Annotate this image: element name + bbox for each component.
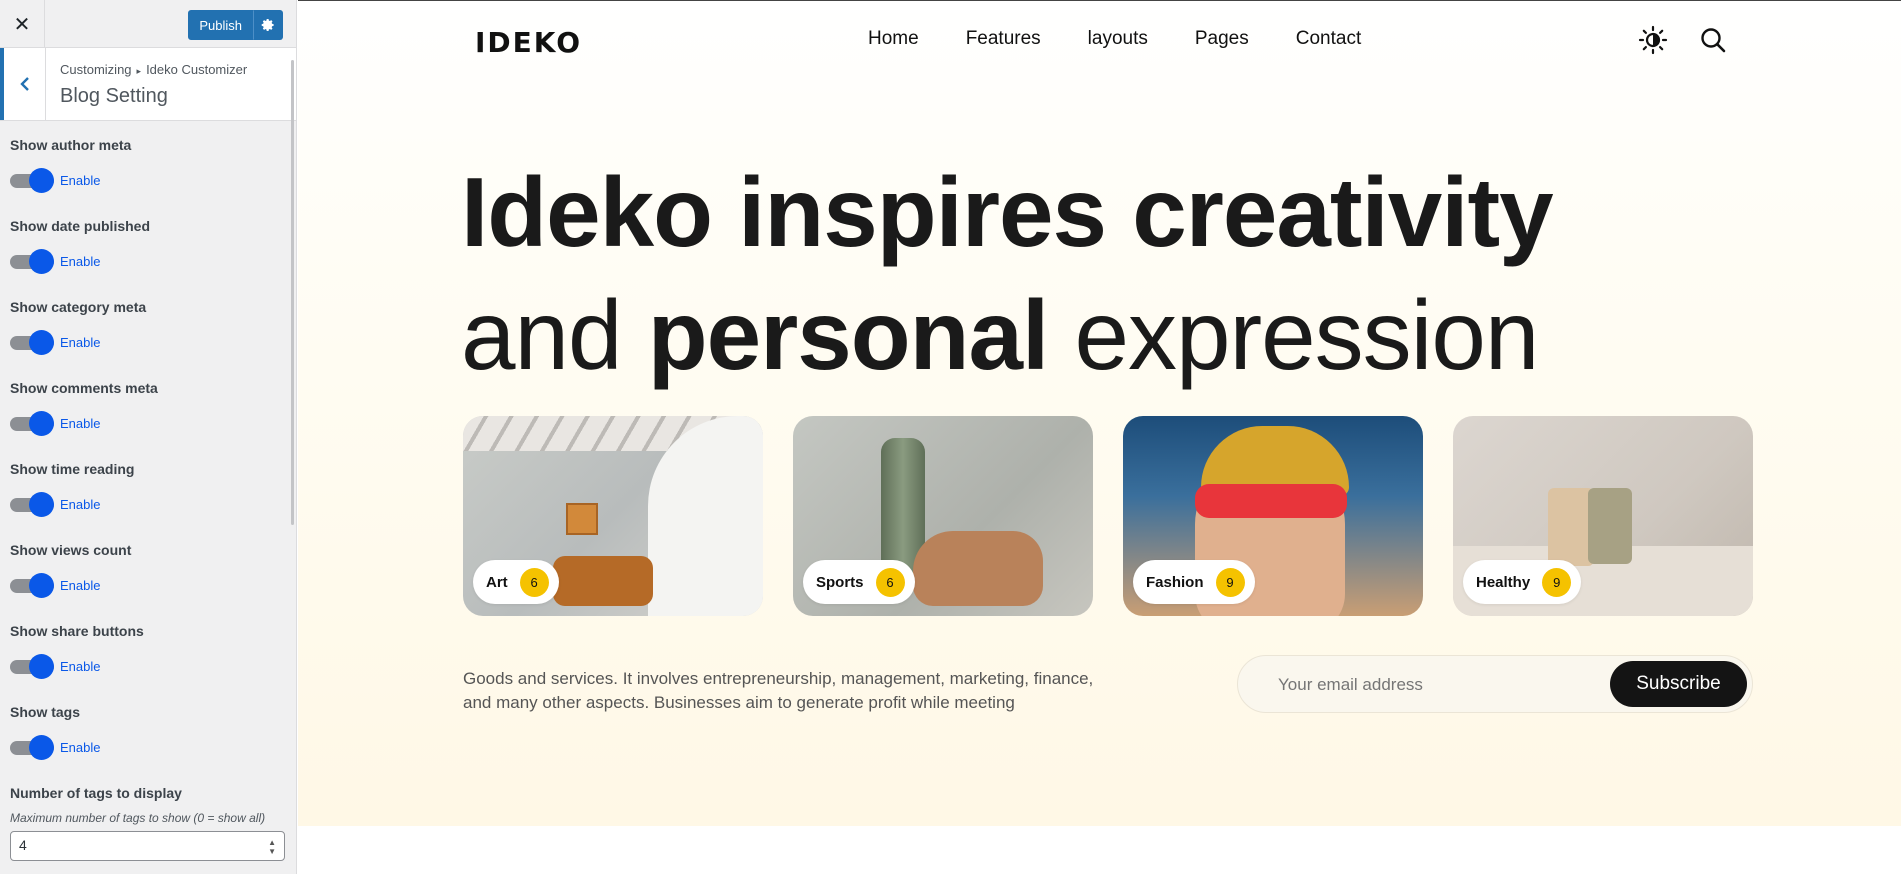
toggle-state: Enable [60, 335, 101, 350]
stepper-arrows-icon[interactable]: ▲ ▼ [268, 838, 276, 856]
toggle-switch[interactable] [10, 248, 54, 274]
category-pill: Fashion 9 [1133, 560, 1255, 604]
site-nav: IDEKO Home Features layouts Pages Contac… [298, 1, 1901, 79]
toggle-state: Enable [60, 497, 101, 512]
close-customizer-button[interactable]: ✕ [0, 0, 45, 48]
control-label: Show category meta [10, 299, 147, 315]
toggle-state: Enable [60, 740, 101, 755]
toggle-switch[interactable] [10, 167, 54, 193]
menu-item-home[interactable]: Home [868, 28, 919, 50]
toggle-switch[interactable] [10, 734, 54, 760]
category-card-healthy[interactable]: Healthy 9 [1453, 416, 1753, 616]
control-label: Show views count [10, 542, 132, 558]
newsletter-form: Subscribe [1237, 655, 1753, 713]
menu-item-features[interactable]: Features [966, 28, 1041, 50]
headline-line-2: and personal expression [461, 274, 1553, 397]
headline-pre: and [461, 280, 648, 390]
menu-item-layouts[interactable]: layouts [1088, 28, 1148, 50]
sunglasses-image [1195, 484, 1347, 518]
toggle-switch[interactable] [10, 653, 54, 679]
headline-post: expression [1048, 280, 1539, 390]
category-card-art[interactable]: Art 6 [463, 416, 763, 616]
control-label: Show author meta [10, 137, 132, 153]
category-pill: Healthy 9 [1463, 560, 1582, 604]
control-category-meta: Show category meta Enable [10, 299, 286, 380]
publish-settings-button[interactable] [253, 10, 283, 40]
publish-group: Publish [188, 10, 283, 40]
control-label: Show date published [10, 218, 151, 234]
hero-description: Goods and services. It involves entrepre… [463, 669, 1094, 712]
category-count-badge: 9 [1215, 567, 1245, 597]
headline-bold: personal [647, 280, 1049, 390]
armchairs-image [553, 556, 653, 606]
control-label: Number of tags to display [10, 785, 182, 801]
category-label: Healthy [1476, 573, 1531, 591]
site-preview: IDEKO Home Features layouts Pages Contac… [298, 0, 1901, 874]
toggle-switch[interactable] [10, 329, 54, 355]
control-label: Show time reading [10, 461, 135, 477]
sun-icon[interactable] [1638, 25, 1668, 55]
category-label: Fashion [1146, 573, 1204, 591]
control-tags: Show tags Enable [10, 704, 286, 785]
category-card-sports[interactable]: Sports 6 [793, 416, 1093, 616]
back-button[interactable] [0, 48, 46, 120]
category-label: Sports [816, 573, 864, 591]
tags-number-value: 4 [19, 837, 27, 853]
control-description: Maximum number of tags to show (0 = show… [10, 811, 266, 825]
control-label: Show comments meta [10, 380, 158, 396]
painting-image [566, 503, 598, 535]
publish-button[interactable]: Publish [188, 10, 253, 40]
towel-image [913, 531, 1043, 606]
toggle-state: Enable [60, 173, 101, 188]
email-input[interactable] [1278, 675, 1598, 695]
breadcrumb-item: Ideko Customizer [146, 62, 248, 77]
menu-item-contact[interactable]: Contact [1296, 28, 1361, 50]
hero-headline: Ideko inspires creativity and personal e… [461, 151, 1554, 397]
category-count-badge: 6 [875, 567, 905, 597]
site-logo[interactable]: IDEKO [475, 26, 582, 59]
toggle-state: Enable [60, 659, 101, 674]
breadcrumb: Customizing ▸ Ideko Customizer [60, 62, 247, 77]
headline-line-1: Ideko inspires creativity [461, 157, 1554, 267]
category-pill: Sports 6 [803, 560, 915, 604]
customizer-header: ✕ Publish [0, 0, 296, 48]
tags-number-input[interactable]: 4 ▲ ▼ [10, 831, 285, 861]
category-label: Art [486, 573, 508, 591]
control-comments-meta: Show comments meta Enable [10, 380, 286, 461]
control-tags-number: Number of tags to display Maximum number… [10, 785, 286, 861]
control-date-published: Show date published Enable [10, 218, 286, 299]
control-share-buttons: Show share buttons Enable [10, 623, 286, 704]
breadcrumb-separator: ▸ [136, 66, 142, 76]
sidebar-scrollbar[interactable] [291, 60, 294, 525]
section-title: Blog Setting [60, 85, 168, 107]
toggle-state: Enable [60, 578, 101, 593]
category-pill: Art 6 [473, 560, 559, 604]
category-count-badge: 6 [519, 567, 549, 597]
menu-item-pages[interactable]: Pages [1195, 28, 1249, 50]
category-cards: Art 6 Sports 6 Fashion 9 Healthy 9 [463, 416, 1783, 616]
control-label: Show share buttons [10, 623, 144, 639]
control-time-reading: Show time reading Enable [10, 461, 286, 542]
toggle-state: Enable [60, 416, 101, 431]
control-author-meta: Show author meta Enable [10, 137, 286, 218]
toggle-switch[interactable] [10, 491, 54, 517]
toggle-switch[interactable] [10, 572, 54, 598]
breadcrumb-item: Customizing [60, 62, 132, 77]
category-card-fashion[interactable]: Fashion 9 [1123, 416, 1423, 616]
control-views-count: Show views count Enable [10, 542, 286, 623]
main-menu: Home Features layouts Pages Contact [868, 28, 1408, 50]
toggle-state: Enable [60, 254, 101, 269]
category-count-badge: 9 [1542, 567, 1572, 597]
customizer-sidebar: ✕ Publish Customizing ▸ Ideko Customizer B… [0, 0, 297, 874]
toggle-switch[interactable] [10, 410, 54, 436]
gear-icon [261, 19, 274, 31]
close-icon: ✕ [13, 13, 31, 36]
control-label: Show tags [10, 704, 81, 720]
chevron-left-icon [19, 77, 29, 91]
controls-list: Show author meta Enable Show date publis… [0, 121, 296, 861]
section-header: Customizing ▸ Ideko Customizer Blog Settin… [0, 48, 296, 121]
search-icon[interactable] [1699, 26, 1727, 54]
subscribe-button[interactable]: Subscribe [1610, 661, 1747, 707]
pouch-image [1588, 488, 1632, 564]
